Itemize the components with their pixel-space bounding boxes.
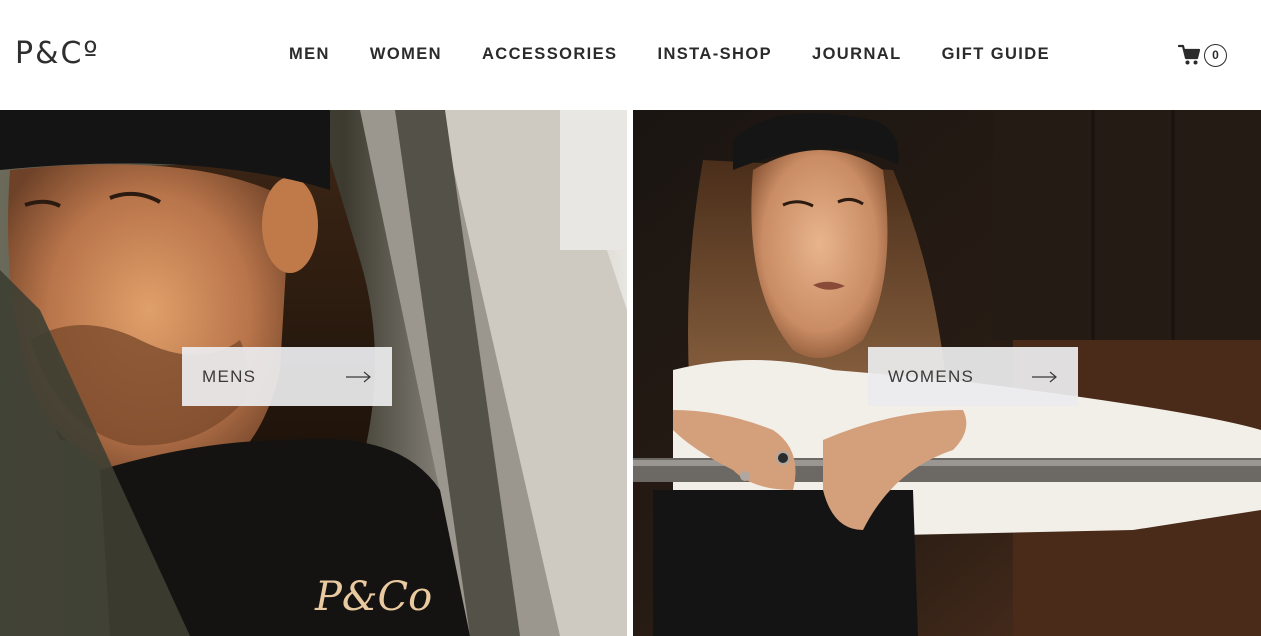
nav-item-gift-guide[interactable]: GIFT GUIDE <box>942 44 1050 64</box>
womens-cta-label: WOMENS <box>888 366 975 386</box>
site-header: P&Cº MEN WOMEN ACCESSORIES INSTA-SHOP JO… <box>0 0 1261 110</box>
hero-panel-womens[interactable]: WOMENS <box>633 110 1261 636</box>
brand-logo[interactable]: P&Cº <box>15 34 100 74</box>
hero-panel-mens[interactable]: P&Co MENS <box>0 110 627 636</box>
mens-cta-label: MENS <box>202 366 257 386</box>
arrow-right-icon <box>1032 371 1057 382</box>
arrow-right-icon <box>346 371 371 382</box>
shirt-print-text: P&Co <box>314 574 432 620</box>
womens-cta-button[interactable]: WOMENS <box>868 347 1078 406</box>
cart-count-badge: 0 <box>1204 43 1227 67</box>
nav-item-accessories[interactable]: ACCESSORIES <box>482 44 618 64</box>
mens-cta-button[interactable]: MENS <box>182 347 392 406</box>
cart-button[interactable]: 0 <box>1178 42 1232 68</box>
nav-item-journal[interactable]: JOURNAL <box>812 44 902 64</box>
cart-icon <box>1178 44 1201 65</box>
nav-item-women[interactable]: WOMEN <box>370 44 442 64</box>
main-nav: MEN WOMEN ACCESSORIES INSTA-SHOP JOURNAL… <box>289 44 1090 64</box>
nav-item-men[interactable]: MEN <box>289 44 330 64</box>
nav-item-insta-shop[interactable]: INSTA-SHOP <box>657 44 772 64</box>
